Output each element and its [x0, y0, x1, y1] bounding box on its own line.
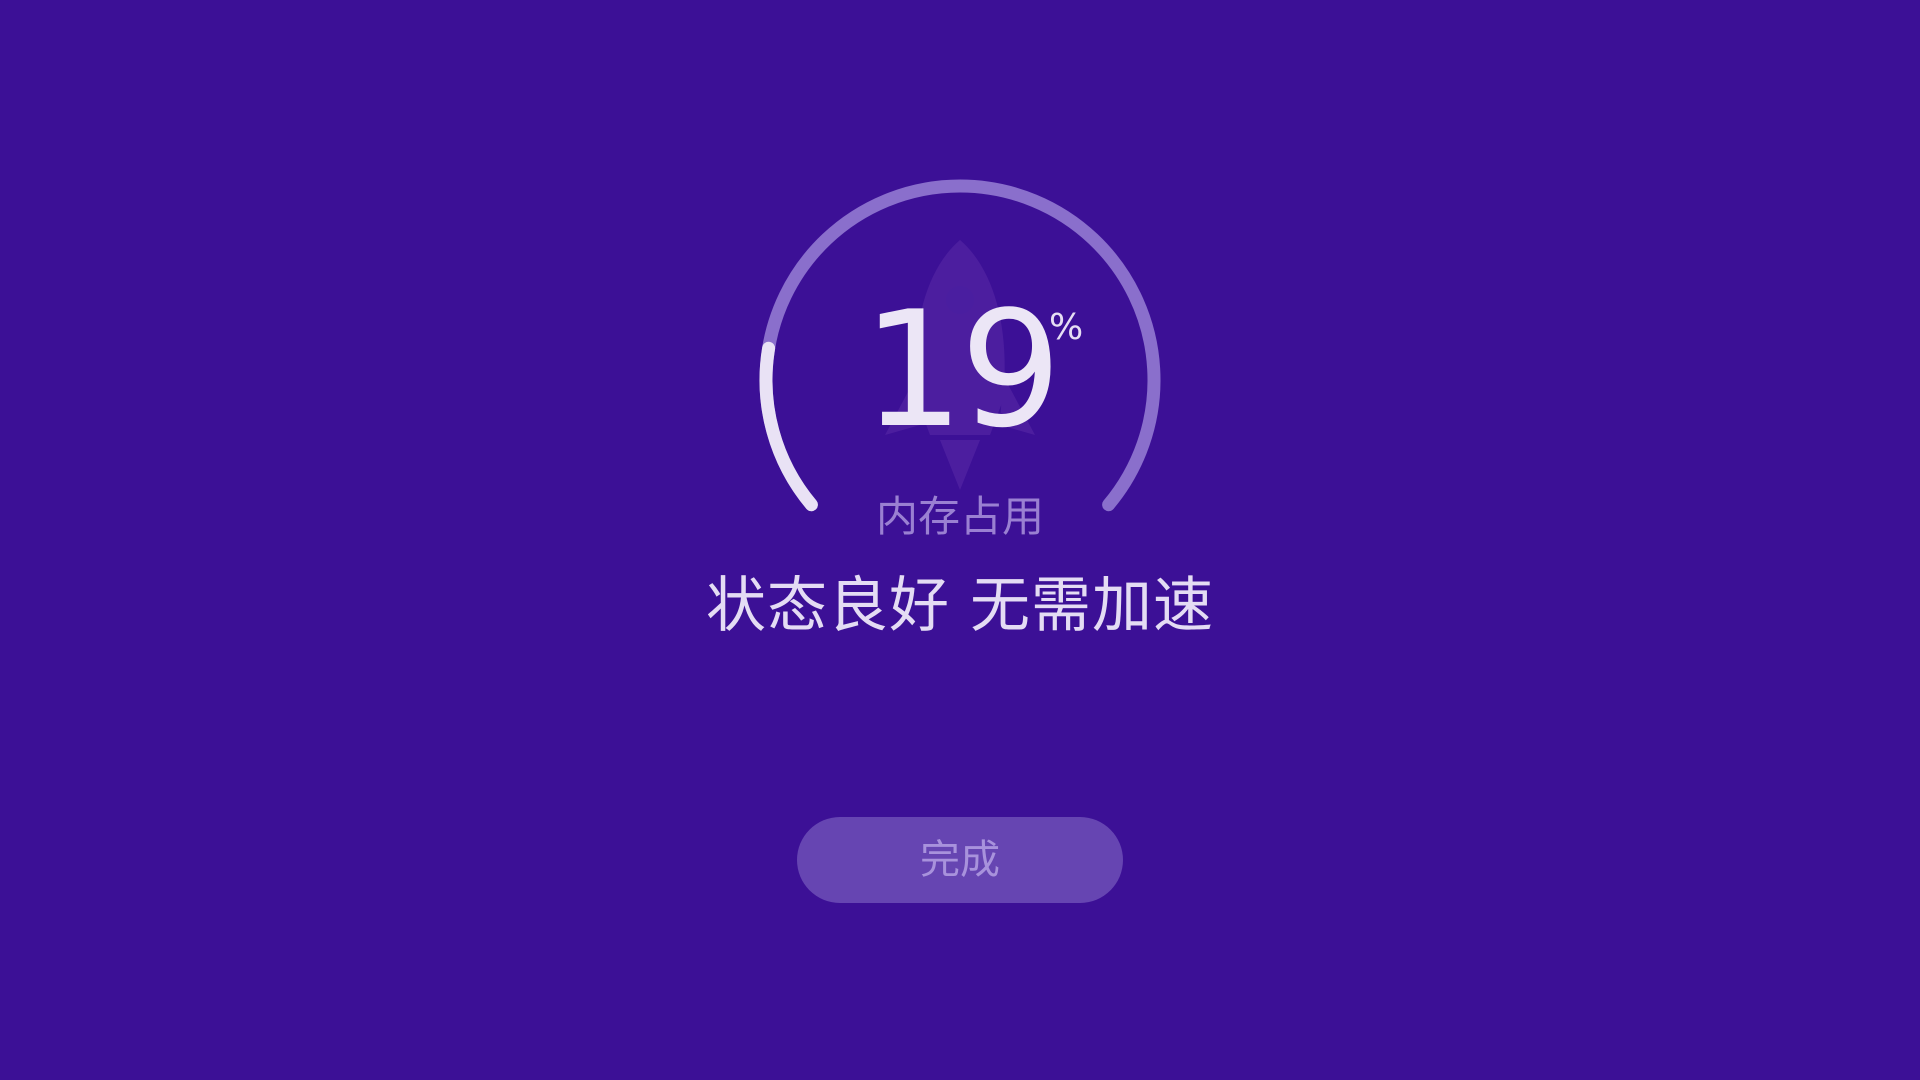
memory-usage-caption: 内存占用 [875, 492, 1044, 541]
memory-percent-unit: % [1049, 307, 1084, 348]
memory-boost-screen: 19 % 内存占用 状态良好 无需加速 完成 [0, 0, 1920, 1080]
status-message: 状态良好 无需加速 [705, 571, 1215, 641]
memory-percent-value: 19 [862, 276, 1062, 463]
memory-usage-gauge: 19 % 内存占用 [735, 160, 1185, 550]
done-button[interactable]: 完成 [797, 817, 1123, 903]
